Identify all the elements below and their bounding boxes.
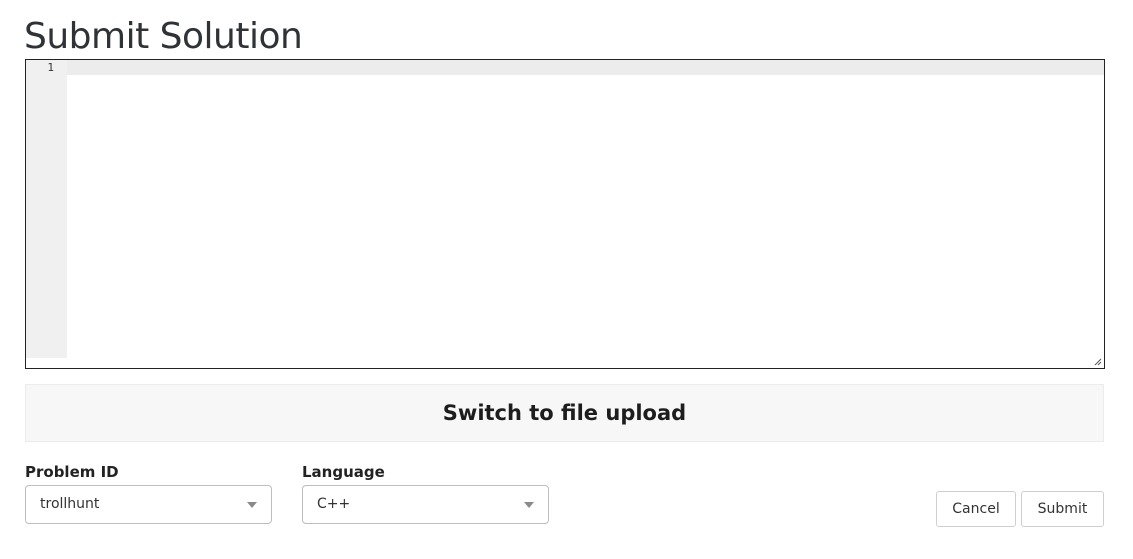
language-label: Language — [302, 463, 385, 481]
submit-solution-page: Submit Solution 1 Switch to file upload … — [0, 0, 1133, 559]
resize-handle-icon[interactable] — [1094, 358, 1102, 366]
problem-id-select[interactable]: trollhunt — [25, 485, 272, 524]
caret-down-icon — [524, 502, 534, 508]
language-select[interactable]: C++ — [302, 485, 549, 524]
page-title: Submit Solution — [24, 16, 303, 57]
problem-id-value: trollhunt — [40, 496, 100, 512]
line-number: 1 — [47, 61, 54, 74]
caret-down-icon — [247, 502, 257, 508]
line-number-gutter: 1 — [26, 60, 67, 358]
active-line-highlight — [67, 60, 1104, 75]
problem-id-label: Problem ID — [25, 463, 119, 481]
language-value: C++ — [317, 496, 351, 512]
cancel-button[interactable]: Cancel — [936, 491, 1016, 527]
code-editor[interactable]: 1 — [25, 59, 1105, 369]
submit-button[interactable]: Submit — [1021, 491, 1104, 527]
switch-to-file-upload-button[interactable]: Switch to file upload — [25, 384, 1104, 442]
code-input[interactable] — [67, 75, 1104, 368]
